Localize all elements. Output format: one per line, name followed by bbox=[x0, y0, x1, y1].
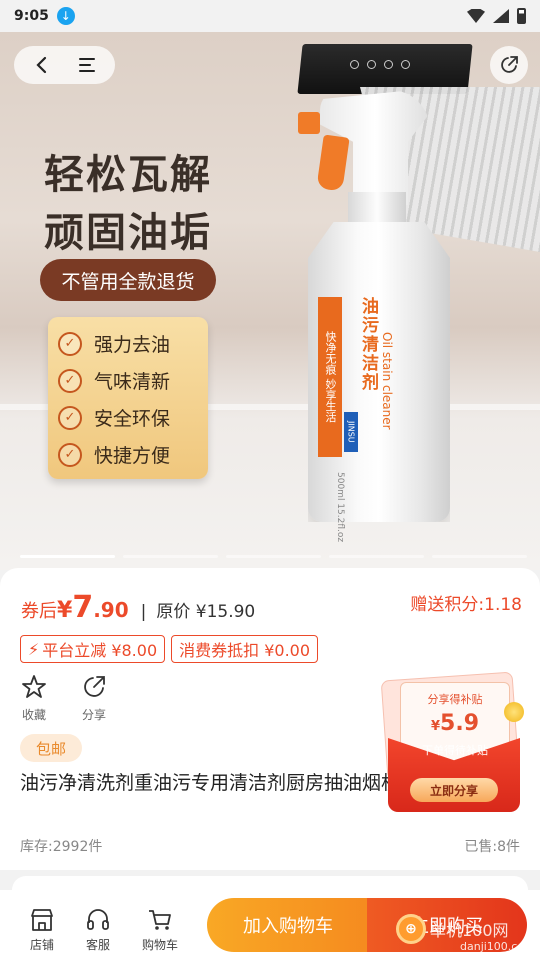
action-row: 收藏 分享 bbox=[18, 674, 110, 723]
watermark-text: 单机100网 bbox=[430, 921, 509, 940]
check-icon: ✓ bbox=[58, 368, 82, 393]
discount-tags: ⚡ 平台立减 ¥8.00 消费券抵扣 ¥0.00 bbox=[20, 635, 319, 663]
share-icon bbox=[501, 56, 518, 73]
reward-points: 赠送积分:1.18 bbox=[410, 595, 522, 615]
cart-button[interactable]: 购物车 bbox=[140, 906, 180, 953]
voucher-tag: 消费券抵扣 ¥0.00 bbox=[171, 635, 319, 663]
carousel-indicator[interactable] bbox=[432, 555, 527, 558]
feature-label: 安全环保 bbox=[94, 408, 171, 430]
feature-item: ✓ 安全环保 bbox=[58, 399, 198, 436]
platform-discount-tag: ⚡ 平台立减 ¥8.00 bbox=[20, 635, 166, 663]
coin-icon bbox=[504, 702, 524, 722]
download-icon: ↓ bbox=[56, 7, 75, 25]
store-button[interactable]: 店铺 bbox=[22, 906, 62, 953]
status-icons bbox=[467, 8, 526, 24]
original-price: 原价 ¥15.90 bbox=[156, 602, 256, 622]
menu-icon bbox=[78, 58, 95, 72]
customer-service-label: 客服 bbox=[85, 938, 110, 952]
store-label: 店铺 bbox=[29, 938, 54, 952]
store-icon bbox=[31, 909, 53, 931]
feature-label: 强力去油 bbox=[94, 334, 171, 356]
refund-badge: 不管用全款退货 bbox=[40, 259, 216, 301]
price-decimal: .90 bbox=[93, 598, 129, 622]
free-shipping-badge: 包邮 bbox=[20, 734, 83, 762]
feature-label: 快捷方便 bbox=[94, 445, 171, 467]
carousel-indicator[interactable] bbox=[226, 555, 321, 558]
bottle-neck bbox=[348, 192, 406, 226]
cart-label: 购物车 bbox=[141, 938, 178, 952]
chevron-left-icon bbox=[36, 56, 47, 74]
check-icon: ✓ bbox=[58, 442, 82, 467]
hero-headline-line1: 轻松瓦解 bbox=[44, 151, 212, 198]
watermark-logo-icon: ⊕ bbox=[396, 914, 426, 944]
spray-trigger bbox=[316, 134, 350, 192]
bottle-product-name-en: Oil stain cleaner bbox=[380, 332, 394, 430]
status-time: 9:05 bbox=[14, 8, 49, 24]
carousel-indicator[interactable] bbox=[123, 555, 218, 558]
range-hood-top bbox=[297, 44, 473, 94]
platform-discount-label: 平台立减 ¥8.00 bbox=[42, 641, 158, 660]
price-row: 券后 ¥ 7 .90 | 原价 ¥15.90 bbox=[21, 590, 255, 625]
price-divider: | bbox=[140, 602, 147, 622]
bottle-volume: 500ml 15.2fl.oz bbox=[335, 472, 345, 543]
battery-icon bbox=[517, 8, 526, 24]
watermark-url: danji100.com bbox=[460, 940, 535, 953]
star-icon bbox=[22, 675, 46, 698]
hero-headline: 轻松瓦解 顽固油垢 bbox=[44, 146, 212, 262]
cart-icon bbox=[149, 910, 171, 930]
feature-list: ✓ 强力去油 ✓ 气味清新 ✓ 安全环保 ✓ 快捷方便 bbox=[48, 317, 208, 479]
bottle-product-name: 油污清洁剂 bbox=[358, 297, 378, 392]
share-card-subtitle: 下单得待补贴 bbox=[422, 744, 488, 757]
check-icon: ✓ bbox=[58, 331, 82, 356]
nav-pill bbox=[14, 46, 115, 84]
status-bar: 9:05 ↓ bbox=[0, 0, 540, 32]
share-label: 分享 bbox=[81, 708, 106, 722]
headset-icon bbox=[87, 909, 109, 930]
customer-service-button[interactable]: 客服 bbox=[78, 906, 118, 953]
carousel-indicators bbox=[20, 555, 527, 558]
add-to-cart-button[interactable]: 加入购物车 bbox=[207, 898, 369, 952]
wifi-icon bbox=[467, 9, 485, 23]
feature-item: ✓ 快捷方便 bbox=[58, 436, 198, 473]
coupon-after-label: 券后 bbox=[21, 601, 57, 622]
back-button[interactable] bbox=[25, 48, 59, 82]
carousel-indicator[interactable] bbox=[329, 555, 424, 558]
bottle-label-stripe: 快净无痕 妙享生活 bbox=[318, 297, 342, 457]
sold-count: 已售:8件 bbox=[464, 839, 520, 855]
currency-symbol: ¥ bbox=[57, 598, 73, 623]
range-hood-buttons bbox=[350, 60, 410, 69]
product-image-carousel[interactable]: 快净无痕 妙享生活 JINSU 油污清洁剂 Oil stain cleaner … bbox=[0, 32, 540, 570]
share-card-title: 分享得补贴 bbox=[427, 693, 483, 706]
carousel-indicator-active[interactable] bbox=[20, 555, 115, 558]
favorite-button[interactable]: 收藏 bbox=[18, 674, 50, 723]
price-integer: 7 bbox=[72, 590, 94, 625]
favorite-label: 收藏 bbox=[21, 708, 46, 722]
share-top-button[interactable] bbox=[490, 46, 528, 84]
share-now-button[interactable]: 立即分享 bbox=[410, 778, 498, 802]
share-card-amount: ¥5.9 bbox=[430, 711, 480, 736]
menu-button[interactable] bbox=[70, 48, 104, 82]
stock-count: 库存:2992件 bbox=[20, 839, 103, 855]
feature-item: ✓ 强力去油 bbox=[58, 325, 198, 362]
check-icon: ✓ bbox=[58, 405, 82, 430]
feature-item: ✓ 气味清新 bbox=[58, 362, 198, 399]
share-button[interactable]: 分享 bbox=[78, 674, 110, 723]
signal-icon bbox=[493, 9, 509, 23]
lightning-icon: ⚡ bbox=[28, 639, 40, 659]
feature-label: 气味清新 bbox=[94, 371, 171, 393]
share-icon bbox=[84, 676, 105, 697]
spray-nozzle bbox=[298, 112, 320, 134]
hero-headline-line2: 顽固油垢 bbox=[44, 209, 212, 256]
